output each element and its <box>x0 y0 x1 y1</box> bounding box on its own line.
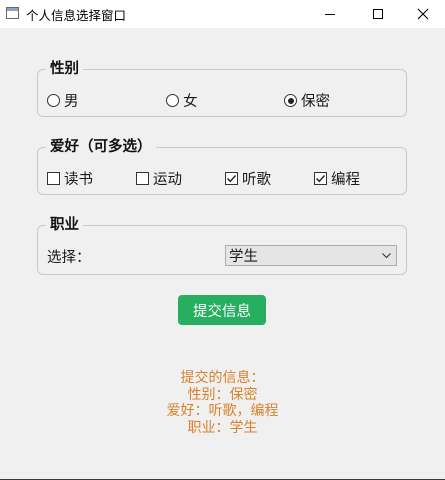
gender-option-secret[interactable]: 保密 <box>284 90 330 111</box>
close-icon <box>417 8 429 20</box>
hobby-option-label: 读书 <box>64 172 93 188</box>
checkmark-icon <box>227 175 237 183</box>
checkbox-checked[interactable] <box>314 172 327 185</box>
gender-option-label: 保密 <box>301 94 330 110</box>
submitted-info: 提交的信息： 性别：保密 爱好：听歌，编程 职业：学生 <box>0 370 445 436</box>
hobby-option-label: 听歌 <box>242 172 271 188</box>
result-job-line: 职业：学生 <box>187 419 258 436</box>
hobby-option-sports[interactable]: 运动 <box>136 168 182 189</box>
job-group: 职业 选择： 学生 <box>37 216 407 275</box>
radio-button-selected[interactable] <box>284 94 297 107</box>
hobby-group-title: 爱好（可多选） <box>46 138 156 156</box>
window-title: 个人信息选择窗口 <box>26 8 127 23</box>
minimize-icon <box>325 13 335 15</box>
title-bar: 个人信息选择窗口 <box>0 0 445 28</box>
maximize-icon <box>373 9 383 19</box>
gender-option-label: 男 <box>64 94 79 110</box>
checkmark-icon <box>316 175 326 183</box>
close-button[interactable] <box>400 0 445 28</box>
minimize-button[interactable] <box>307 0 353 28</box>
hobby-option-label: 编程 <box>331 172 360 188</box>
checkbox[interactable] <box>47 172 60 185</box>
maximize-button[interactable] <box>355 0 401 28</box>
job-selected-value: 学生 <box>229 249 258 265</box>
result-gender-line: 性别：保密 <box>187 386 258 403</box>
chevron-down-icon <box>382 253 391 259</box>
hobby-option-reading[interactable]: 读书 <box>47 168 93 189</box>
gender-group-title: 性别 <box>46 60 83 78</box>
gender-group: 性别 男 女 保密 <box>37 60 407 117</box>
gender-option-male[interactable]: 男 <box>47 90 79 111</box>
radio-button[interactable] <box>166 94 179 107</box>
job-group-title: 职业 <box>46 216 83 234</box>
app-window-icon <box>6 7 19 19</box>
hobby-option-programming[interactable]: 编程 <box>314 168 360 189</box>
hobby-option-music[interactable]: 听歌 <box>225 168 271 189</box>
job-select-dropdown[interactable]: 学生 <box>225 245 397 266</box>
gender-option-female[interactable]: 女 <box>166 90 198 111</box>
result-hobby-line: 爱好：听歌，编程 <box>166 403 279 419</box>
hobby-group: 爱好（可多选） 读书 运动 听歌 编程 <box>37 138 407 195</box>
result-heading: 提交的信息： <box>180 370 265 386</box>
submit-button[interactable]: 提交信息 <box>178 295 266 325</box>
checkbox-checked[interactable] <box>225 172 238 185</box>
radio-button[interactable] <box>47 94 60 107</box>
hobby-option-label: 运动 <box>153 172 182 188</box>
job-select-label: 选择： <box>47 250 91 266</box>
gender-option-label: 女 <box>183 94 198 110</box>
checkbox[interactable] <box>136 172 149 185</box>
